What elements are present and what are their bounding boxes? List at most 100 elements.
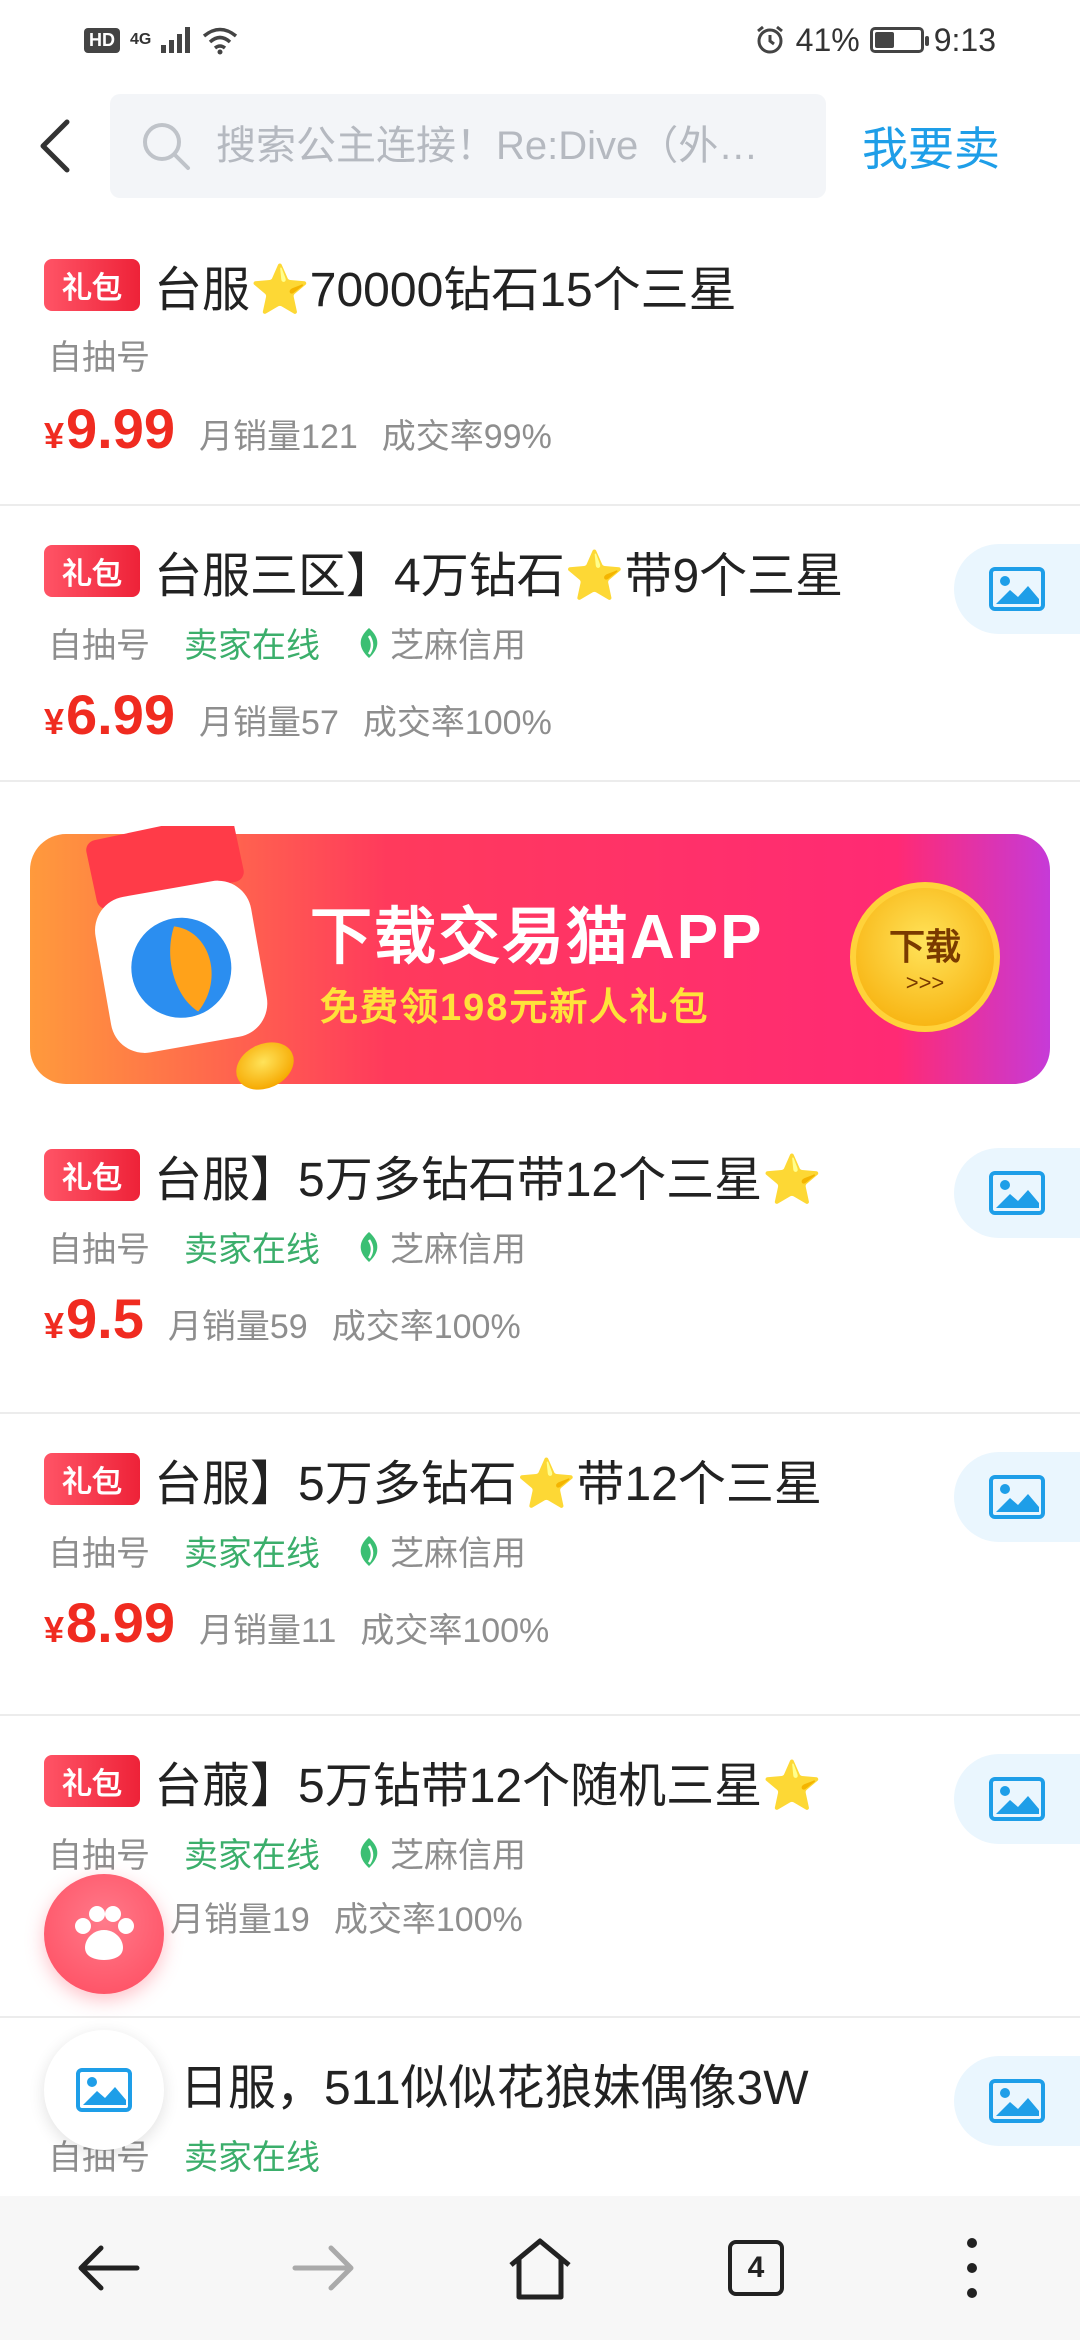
credit-tag: 芝麻信用 [354, 618, 526, 667]
listing-title-row: 礼包 台服三区】4万钻石⭐带9个三星 [44, 536, 843, 606]
network-type: 4G [130, 31, 152, 48]
search-bar[interactable] [110, 94, 826, 198]
gift-badge: 礼包 [44, 545, 140, 597]
monthly-sales: 月销量59 [167, 1308, 308, 1346]
listing-title-row: 日服，511似似花狼妹偶像3W [180, 2048, 809, 2118]
image-preview-button[interactable] [954, 2056, 1080, 2146]
image-preview-button[interactable] [954, 1148, 1080, 1238]
price: ¥9.99 [44, 397, 176, 460]
list-item[interactable]: 礼包 台服】5万多钻石⭐带12个三星 自抽号 卖家在线 芝麻信用 ¥8.99 月… [0, 1414, 1080, 1716]
sell-button[interactable]: 我要卖 [862, 113, 1000, 179]
monthly-sales: 月销量11 [199, 1612, 337, 1650]
credit-tag: 芝麻信用 [354, 1526, 526, 1575]
image-preview-button[interactable] [954, 544, 1080, 634]
list-item[interactable]: 礼包 台服⭐70000钻石15个三星 自抽号 ¥9.99 月销量121 成交率9… [0, 220, 1080, 506]
banner-download-label: 下载 [888, 926, 961, 967]
back-button[interactable] [0, 94, 110, 198]
status-right: 41% 9:13 [754, 22, 996, 59]
banner-download-arrows: >>> [905, 970, 945, 995]
banner-download-button[interactable]: 下载 >>> [850, 882, 1000, 1032]
nav-tabs-button[interactable]: 4 [696, 2208, 816, 2328]
star-icon: ⭐ [762, 1154, 822, 1207]
account-type-tag: 自抽号 [48, 1535, 150, 1573]
listing-title: 台菔】5万钻带12个随机三星⭐ [154, 1760, 822, 1813]
star-icon: ⭐ [564, 550, 625, 603]
gift-badge: 礼包 [44, 1149, 140, 1201]
listing-title-row: 礼包 台服】5万多钻石带12个三星⭐ [44, 1140, 822, 1210]
listing-price-row: 月销量19 成交率100% [170, 1892, 523, 1941]
listing-price-row: ¥9.99 月销量121 成交率99% [44, 396, 552, 461]
image-icon [76, 2068, 132, 2112]
monthly-sales: 月销量57 [199, 704, 339, 742]
search-input[interactable] [216, 123, 776, 169]
credit-tag: 芝麻信用 [354, 1222, 526, 1271]
search-icon [143, 123, 190, 170]
gift-badge: 礼包 [44, 1453, 140, 1505]
listing-tags: 自抽号 卖家在线 芝麻信用 [48, 1828, 526, 1877]
image-icon [989, 1171, 1045, 1215]
gift-badge: 礼包 [44, 259, 140, 311]
nav-back-button[interactable] [48, 2208, 168, 2328]
listing-tags: 自抽号 卖家在线 芝麻信用 [48, 618, 526, 667]
sesame-leaf-icon [360, 1837, 378, 1868]
image-icon [989, 1475, 1045, 1519]
list-item[interactable]: 日服，511似似花狼妹偶像3W 自抽号 卖家在线 [0, 2018, 1080, 2196]
nav-forward-button[interactable] [264, 2208, 384, 2328]
sesame-leaf-icon [360, 1535, 378, 1566]
monthly-sales: 月销量19 [170, 1901, 310, 1939]
image-icon [989, 2079, 1045, 2123]
image-mode-float-button[interactable] [44, 2030, 164, 2150]
seller-online-tag: 卖家在线 [184, 627, 320, 665]
star-icon: ⭐ [250, 264, 310, 317]
alarm-icon [756, 25, 783, 54]
home-icon [509, 2238, 571, 2300]
hd-icon: HD [84, 27, 120, 53]
listing-price-row: ¥6.99 月销量57 成交率100% [44, 682, 552, 747]
nav-menu-button[interactable] [912, 2208, 1032, 2328]
seller-online-tag: 卖家在线 [184, 1535, 320, 1573]
list-item[interactable]: 礼包 台菔】5万钻带12个随机三星⭐ 自抽号 卖家在线 芝麻信用 月销量19 成… [0, 1716, 1080, 2018]
listing-title: 台服】5万多钻石⭐带12个三星 [154, 1458, 822, 1511]
deal-rate: 成交率100% [333, 1901, 523, 1939]
image-preview-button[interactable] [954, 1452, 1080, 1542]
price: ¥8.99 [44, 1591, 176, 1654]
listing-price-row: ¥8.99 月销量11 成交率100% [44, 1590, 549, 1655]
tab-count: 4 [728, 2240, 784, 2296]
status-bar: HD 4G 41% 9:13 [0, 0, 1080, 80]
listing-tags: 自抽号 卖家在线 芝麻信用 [48, 1222, 526, 1271]
listing-title: 台服三区】4万钻石⭐带9个三星 [154, 550, 844, 603]
star-icon: ⭐ [516, 1458, 577, 1511]
gift-badge: 礼包 [44, 1755, 140, 1807]
account-type-tag: 自抽号 [48, 1231, 150, 1269]
header: 我要卖 [0, 94, 1080, 198]
listing-title-row: 礼包 台服】5万多钻石⭐带12个三星 [44, 1444, 822, 1514]
nav-home-button[interactable] [480, 2208, 600, 2328]
deal-rate: 成交率99% [381, 418, 552, 456]
account-type-tag: 自抽号 [48, 339, 150, 377]
deal-rate: 成交率100% [331, 1308, 521, 1346]
clock: 9:13 [933, 21, 996, 58]
arrow-right-icon [292, 2245, 354, 2291]
seller-online-tag: 卖家在线 [184, 2139, 320, 2177]
image-icon [989, 1777, 1045, 1821]
listing-title-row: 礼包 台服⭐70000钻石15个三星 [44, 250, 737, 320]
paw-float-button[interactable] [44, 1874, 164, 1994]
list-item[interactable]: 礼包 台服】5万多钻石带12个三星⭐ 自抽号 卖家在线 芝麻信用 ¥9.5 月销… [0, 1110, 1080, 1414]
browser-bottom-nav: 4 [0, 2196, 1080, 2340]
deal-rate: 成交率100% [360, 1612, 550, 1650]
seller-online-tag: 卖家在线 [184, 1231, 320, 1269]
wifi-icon [203, 27, 238, 55]
listing-title-row: 礼包 台菔】5万钻带12个随机三星⭐ [44, 1746, 822, 1816]
price: ¥6.99 [44, 683, 176, 746]
image-preview-button[interactable] [954, 1754, 1080, 1844]
star-icon: ⭐ [762, 1760, 822, 1813]
download-app-banner[interactable]: 下载交易猫APP 免费领198元新人礼包 下载 >>> [30, 813, 1050, 1090]
image-icon [989, 567, 1045, 611]
account-type-tag: 自抽号 [48, 1837, 150, 1875]
arrow-left-icon [78, 2245, 140, 2291]
banner-title: 下载交易猫APP [310, 903, 764, 972]
deal-rate: 成交率100% [362, 704, 552, 742]
list-item[interactable]: 礼包 台服三区】4万钻石⭐带9个三星 自抽号 卖家在线 芝麻信用 ¥6.99 月… [0, 506, 1080, 782]
chevron-left-icon [40, 119, 70, 173]
monthly-sales: 月销量121 [199, 418, 358, 456]
